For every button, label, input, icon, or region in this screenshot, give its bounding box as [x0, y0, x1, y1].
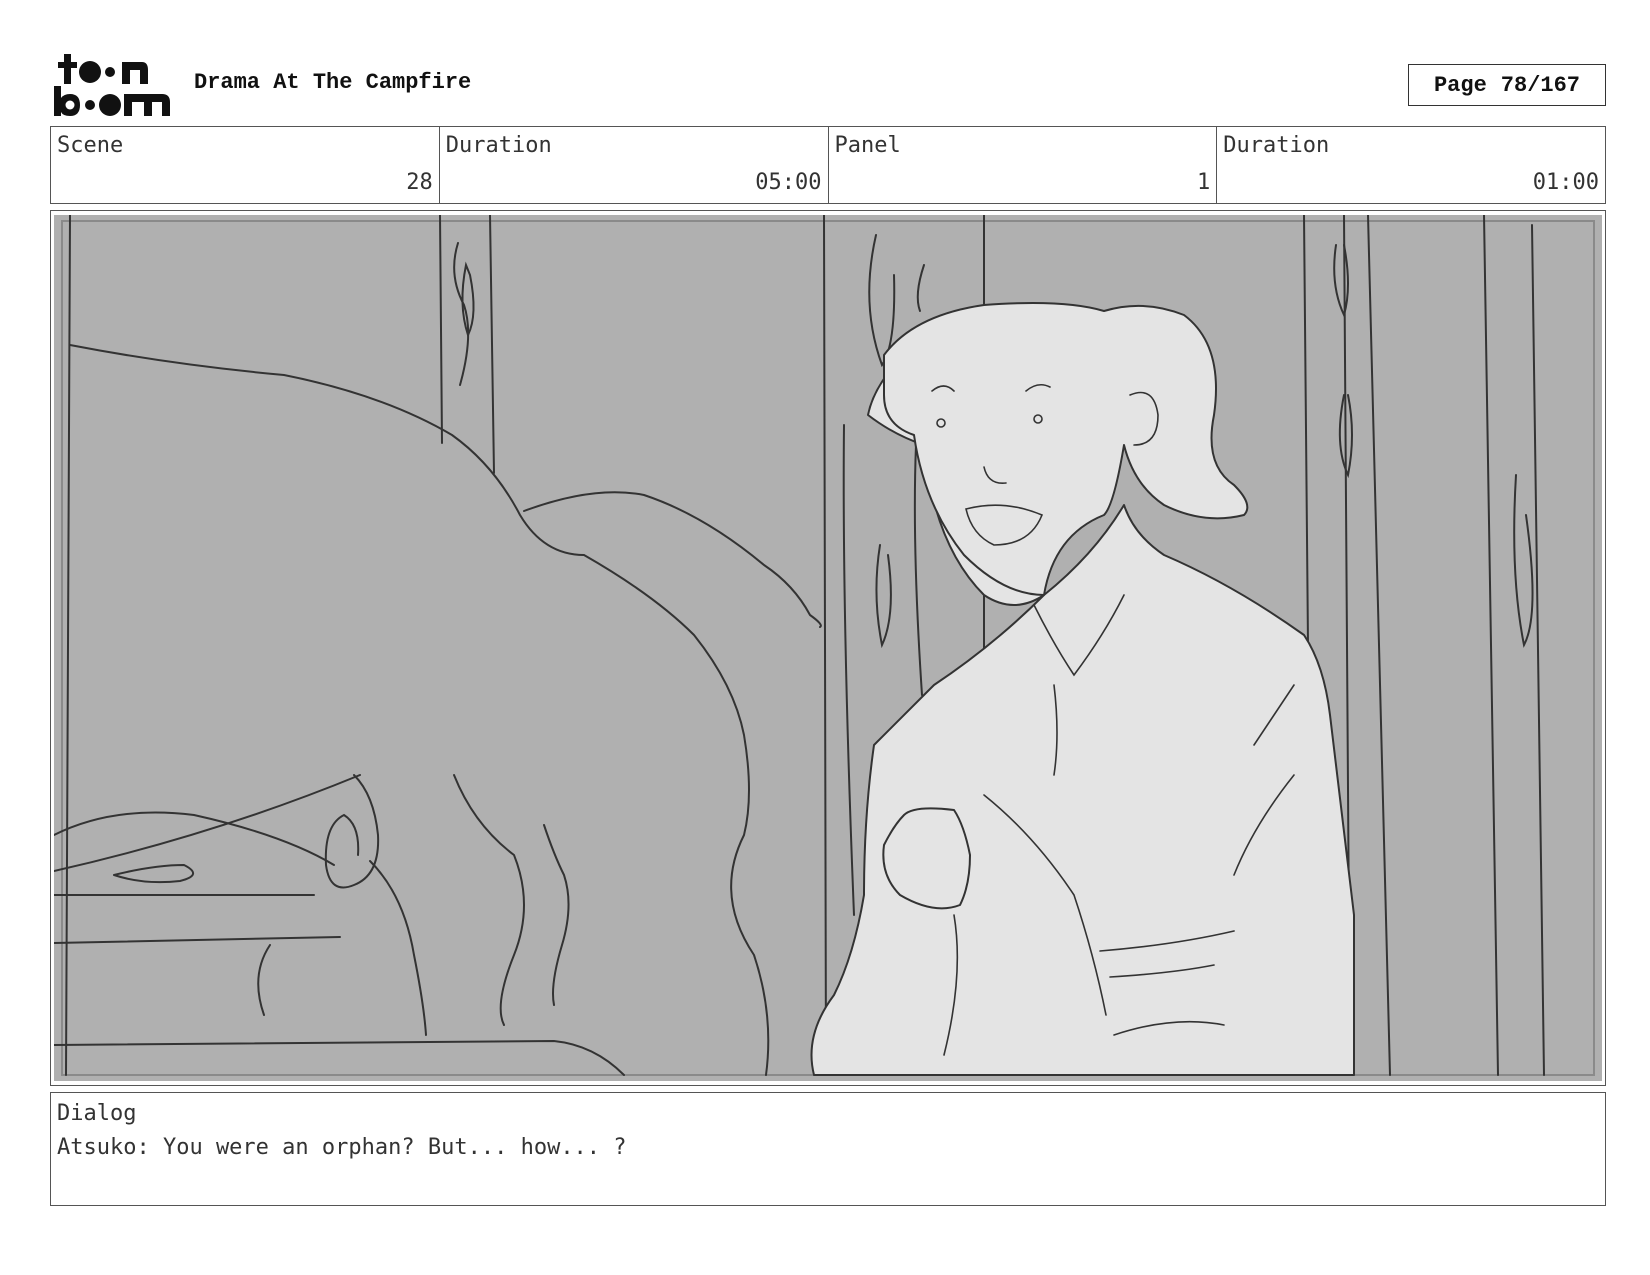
dialog-label: Dialog [57, 1101, 137, 1126]
dialog-box: Dialog Atsuko: You were an orphan? But..… [50, 1092, 1606, 1206]
scene-duration-label: Duration [445, 133, 552, 158]
scene-duration-value: 05:00 [755, 170, 822, 195]
panel-info-row: Scene 28 Duration 05:00 Panel 1 Duration… [50, 126, 1606, 204]
scene-cell: Scene 28 [51, 127, 440, 203]
page-label: Page [1433, 72, 1487, 98]
panel-duration-label: Duration [1223, 133, 1330, 158]
page-indicator: Page 78/167 [1408, 64, 1606, 106]
scene-value: 28 [406, 170, 433, 195]
panel-duration-value: 01:00 [1532, 170, 1599, 195]
dialog-text: Atsuko: You were an orphan? But... how..… [57, 1135, 627, 1160]
scene-label: Scene [57, 133, 124, 158]
panel-value: 1 [1197, 170, 1211, 195]
panel-duration-cell: Duration 01:00 [1217, 127, 1605, 203]
storyboard-sketch-image [54, 215, 1602, 1081]
toon-boom-logo [52, 52, 172, 118]
storyboard-panel-image [50, 210, 1606, 1086]
page-number: 78/167 [1500, 72, 1581, 98]
panel-cell: Panel 1 [829, 127, 1218, 203]
storyboard-title: Drama At The Campfire [194, 70, 472, 95]
scene-duration-cell: Duration 05:00 [440, 127, 829, 203]
panel-label: Panel [834, 133, 901, 158]
